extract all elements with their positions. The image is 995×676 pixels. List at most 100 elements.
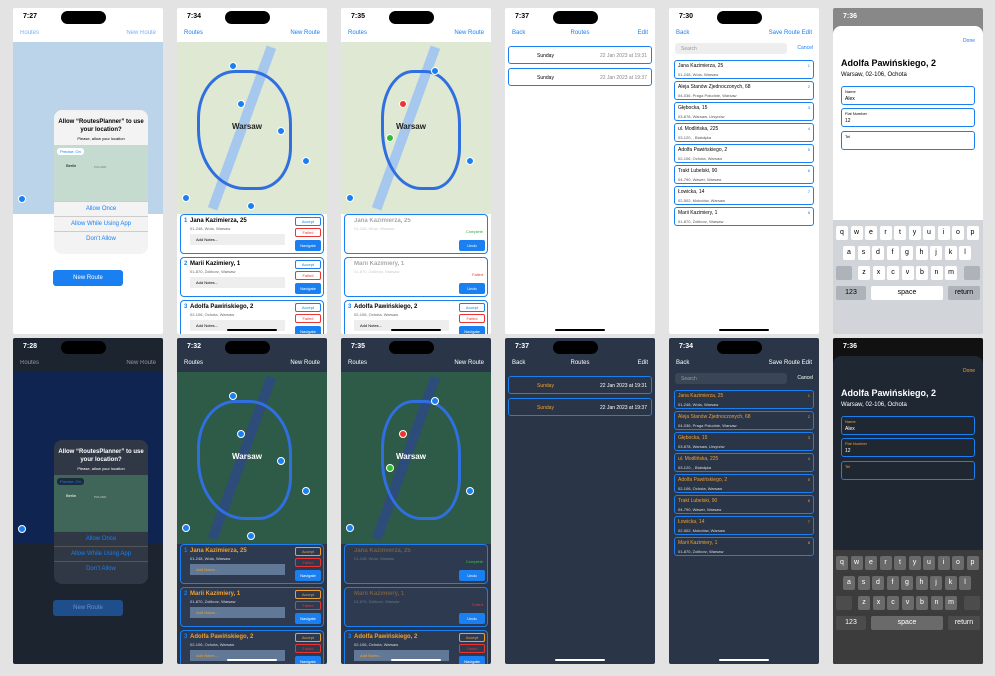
stop-row[interactable]: ul. Modlińska, 225 03-120, , Białołęka 4 bbox=[674, 453, 814, 472]
key[interactable]: o bbox=[952, 556, 964, 570]
cancel-button[interactable]: Cancel bbox=[797, 45, 813, 51]
save-route-button[interactable]: Save Route bbox=[769, 360, 800, 366]
new-route-button[interactable]: New Route bbox=[53, 600, 123, 616]
map-pin[interactable] bbox=[277, 457, 285, 465]
navigate-button[interactable]: Navigate bbox=[295, 283, 321, 294]
key[interactable]: j bbox=[930, 246, 942, 260]
key[interactable]: b bbox=[916, 596, 928, 610]
key[interactable]: c bbox=[887, 266, 899, 280]
key[interactable]: y bbox=[908, 556, 921, 570]
stop-card-failed[interactable]: Marii Kazimiery, 1 01-870, Żoliborz, War… bbox=[344, 257, 488, 297]
navigate-button[interactable]: Navigate bbox=[295, 240, 321, 251]
new-route-nav-button[interactable]: New Route bbox=[454, 30, 484, 36]
save-edit-buttons[interactable]: Save Route Edit bbox=[769, 360, 812, 366]
accept-button[interactable]: Accept bbox=[295, 633, 321, 642]
key[interactable] bbox=[836, 266, 852, 280]
key[interactable] bbox=[836, 596, 852, 610]
search-input[interactable]: Search bbox=[675, 43, 787, 54]
navigate-button[interactable]: Navigate bbox=[295, 570, 321, 581]
name-field[interactable]: Name Alex bbox=[841, 86, 975, 105]
allow-while-using-button[interactable]: Allow While Using App bbox=[54, 546, 148, 561]
stop-row[interactable]: Trakt Lubelski, 90 04-790, Wawer, Warsaw 6 bbox=[674, 165, 814, 184]
key[interactable]: u bbox=[923, 556, 935, 570]
map-pin[interactable] bbox=[431, 67, 439, 75]
key[interactable] bbox=[964, 596, 980, 610]
stop-row[interactable]: Marii Kazimiery, 1 01-870, Żoliborz, Wars… bbox=[674, 537, 814, 556]
key[interactable]: a bbox=[843, 246, 855, 260]
key[interactable]: j bbox=[930, 576, 942, 590]
notes-field[interactable]: Add Notes... bbox=[190, 234, 285, 245]
accept-button[interactable]: Accept bbox=[459, 633, 485, 642]
key[interactable]: h bbox=[915, 576, 928, 590]
failed-pin[interactable] bbox=[399, 430, 407, 438]
key[interactable]: y bbox=[908, 226, 921, 240]
key[interactable]: n bbox=[930, 596, 943, 610]
map-pin[interactable] bbox=[237, 100, 245, 108]
new-route-nav-button[interactable]: New Route bbox=[290, 360, 320, 366]
key[interactable]: c bbox=[887, 596, 899, 610]
tel-field[interactable]: Tel bbox=[841, 131, 975, 150]
key[interactable]: f bbox=[886, 246, 899, 260]
dont-allow-button[interactable]: Don’t Allow bbox=[54, 561, 148, 576]
routes-button[interactable]: Routes bbox=[184, 360, 203, 366]
edit-button[interactable]: Edit bbox=[638, 360, 648, 366]
undo-button[interactable]: Undo bbox=[459, 570, 485, 581]
history-row[interactable]: Sunday 22 Jan 2023 at 19:37 bbox=[508, 398, 652, 416]
route-map[interactable]: Warsaw bbox=[177, 42, 327, 214]
key[interactable]: h bbox=[915, 246, 928, 260]
location-icon[interactable] bbox=[182, 524, 190, 532]
map-pin[interactable] bbox=[237, 430, 245, 438]
accept-button[interactable]: Accept bbox=[295, 547, 321, 556]
key[interactable]: t bbox=[894, 556, 906, 570]
stop-card[interactable]: 2 Marii Kazimiery, 1 01-870, Żoliborz, W… bbox=[180, 587, 324, 627]
route-map[interactable]: Warsaw bbox=[177, 372, 327, 544]
completed-pin[interactable] bbox=[386, 134, 394, 142]
key[interactable]: x bbox=[872, 596, 885, 610]
map-pin[interactable] bbox=[247, 202, 255, 210]
stop-row[interactable]: ul. Modlińska, 225 03-120, , Białołęka 4 bbox=[674, 123, 814, 142]
key[interactable]: d bbox=[872, 576, 884, 590]
key[interactable]: n bbox=[930, 266, 943, 280]
stop-row[interactable]: Adolfa Pawińskiego, 2 02-106, Ochota, War… bbox=[674, 144, 814, 163]
key[interactable]: g bbox=[901, 576, 913, 590]
dont-allow-button[interactable]: Don’t Allow bbox=[54, 231, 148, 246]
failed-button[interactable]: Failed bbox=[459, 644, 485, 653]
history-row[interactable]: Sunday 22 Jan 2023 at 19:31 bbox=[508, 376, 652, 394]
undo-button[interactable]: Undo bbox=[459, 283, 485, 294]
route-map[interactable]: Warsaw bbox=[341, 372, 491, 544]
stop-row[interactable]: Jana Kazimierza, 25 01-248, Wola, Warsaw 1 bbox=[674, 60, 814, 79]
map-pin[interactable] bbox=[302, 487, 310, 495]
stop-row[interactable]: Adolfa Pawińskiego, 2 02-106, Ochota, War… bbox=[674, 474, 814, 493]
key[interactable]: f bbox=[886, 576, 899, 590]
undo-button[interactable]: Undo bbox=[459, 240, 485, 251]
stop-row[interactable]: Łowicka, 14 02-502, Mokotów, Warsaw 7 bbox=[674, 186, 814, 205]
back-button[interactable]: Back bbox=[676, 360, 689, 366]
key[interactable]: q bbox=[836, 556, 848, 570]
failed-button[interactable]: Failed bbox=[459, 314, 485, 323]
accept-button[interactable]: Accept bbox=[295, 217, 321, 226]
back-button[interactable]: Back bbox=[676, 30, 689, 36]
accept-button[interactable]: Accept bbox=[295, 303, 321, 312]
new-route-nav-button[interactable]: New Route bbox=[126, 360, 156, 366]
cancel-button[interactable]: Cancel bbox=[797, 375, 813, 381]
stop-card-completed[interactable]: Jana Kazimierza, 25 01-248, Wola, Warsaw… bbox=[344, 544, 488, 584]
stop-row[interactable]: Marii Kazimiery, 1 01-870, Żoliborz, Wars… bbox=[674, 207, 814, 226]
edit-button[interactable]: Edit bbox=[802, 30, 812, 36]
failed-pin[interactable] bbox=[399, 100, 407, 108]
notes-field[interactable]: Add Notes... bbox=[190, 277, 285, 288]
key[interactable]: a bbox=[843, 576, 855, 590]
flat-number-field[interactable]: Flat Number 12 bbox=[841, 108, 975, 127]
key[interactable]: p bbox=[966, 226, 979, 240]
navigate-button[interactable]: Navigate bbox=[295, 613, 321, 624]
new-route-button[interactable]: New Route bbox=[53, 270, 123, 286]
allow-once-button[interactable]: Allow Once bbox=[54, 201, 148, 216]
key[interactable]: k bbox=[944, 246, 957, 260]
key[interactable]: i bbox=[937, 556, 950, 570]
key[interactable]: return bbox=[948, 616, 980, 630]
key[interactable]: v bbox=[901, 596, 914, 610]
map-pin[interactable] bbox=[466, 487, 474, 495]
stop-row[interactable]: Aleja Stanów Zjednoczonych, 68 04-036, Pr… bbox=[674, 81, 814, 100]
name-field[interactable]: Name Alex bbox=[841, 416, 975, 435]
key[interactable]: u bbox=[923, 226, 935, 240]
key[interactable]: return bbox=[948, 286, 980, 300]
